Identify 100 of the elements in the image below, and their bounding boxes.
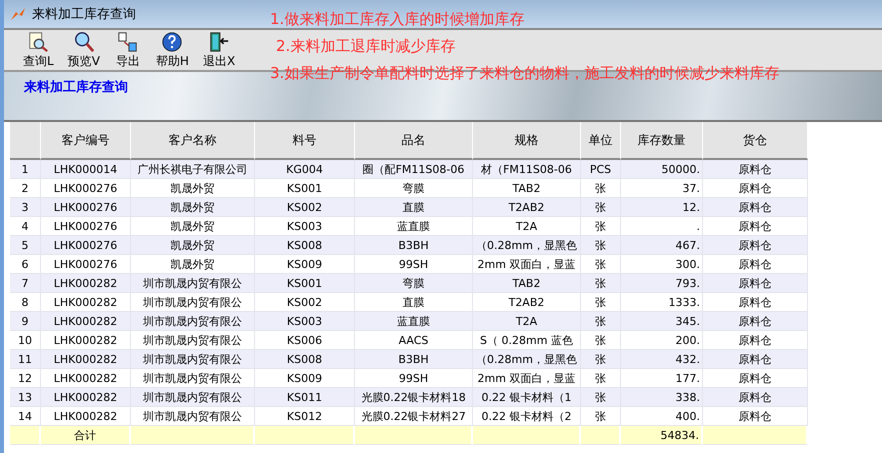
table-cell: 200. bbox=[621, 331, 703, 350]
table-cell: 345. bbox=[621, 312, 703, 331]
table-cell: 光膜0.22银卡材料18 bbox=[355, 388, 473, 407]
row-number: 11 bbox=[10, 350, 41, 369]
column-header: 品名 bbox=[355, 122, 473, 160]
table-cell: LHK000282 bbox=[41, 331, 131, 350]
row-number: 7 bbox=[10, 274, 41, 293]
table-cell: 蓝直膜 bbox=[355, 312, 473, 331]
table-cell: B3BH bbox=[355, 350, 473, 369]
table-cell: 99SH bbox=[355, 369, 473, 388]
table-cell: T2AB2 bbox=[473, 293, 581, 312]
table-cell: 原料仓 bbox=[703, 217, 808, 236]
table-cell: 50000. bbox=[621, 160, 703, 179]
corner-header-cell bbox=[10, 122, 41, 160]
table-cell: KS008 bbox=[255, 350, 355, 369]
table-cell: 直膜 bbox=[355, 198, 473, 217]
table-cell: LHK000282 bbox=[41, 293, 131, 312]
total-row-cell bbox=[10, 426, 41, 445]
column-header: 客户名称 bbox=[131, 122, 255, 160]
table-cell: 2mm 双面白，显蓝 bbox=[473, 255, 581, 274]
table-cell: 793. bbox=[621, 274, 703, 293]
table-cell: KS002 bbox=[255, 293, 355, 312]
table-cell: 材（FM11S08-06 bbox=[473, 160, 581, 179]
table-cell: KS011 bbox=[255, 388, 355, 407]
table-cell: LHK000276 bbox=[41, 255, 131, 274]
table-cell: KG004 bbox=[255, 160, 355, 179]
table-cell: T2AB2 bbox=[473, 198, 581, 217]
table-cell: LHK000276 bbox=[41, 236, 131, 255]
row-number: 1 bbox=[10, 160, 41, 179]
table-cell: KS012 bbox=[255, 407, 355, 426]
column-header: 客户编号 bbox=[41, 122, 131, 160]
table-cell: 凯晟外贸 bbox=[131, 236, 255, 255]
table-cell: 177. bbox=[621, 369, 703, 388]
table-cell: 张 bbox=[581, 179, 621, 198]
door-exit-icon bbox=[208, 30, 230, 52]
table-cell: TAB2 bbox=[473, 179, 581, 198]
table-cell: AACS bbox=[355, 331, 473, 350]
table-cell: 直膜 bbox=[355, 293, 473, 312]
toolbar-button[interactable]: 帮助H bbox=[150, 30, 194, 70]
table-cell: 原料仓 bbox=[703, 160, 808, 179]
total-value: 54834. bbox=[621, 426, 703, 445]
toolbar-button[interactable]: 预览V bbox=[62, 30, 105, 70]
table-cell: 原料仓 bbox=[703, 388, 808, 407]
table-cell: B3BH bbox=[355, 236, 473, 255]
table-cell: 原料仓 bbox=[703, 407, 808, 426]
table-cell: KS002 bbox=[255, 198, 355, 217]
total-row-cell bbox=[581, 426, 621, 445]
table-cell: KS001 bbox=[255, 179, 355, 198]
table-cell: 凯晟外贸 bbox=[131, 198, 255, 217]
table-cell: 张 bbox=[581, 388, 621, 407]
table-cell: 原料仓 bbox=[703, 293, 808, 312]
table-cell: LHK000282 bbox=[41, 407, 131, 426]
window-title: 来料加工库存查询 bbox=[32, 6, 136, 23]
toolbar-button[interactable]: 退出X bbox=[198, 30, 240, 70]
column-header: 单位 bbox=[581, 122, 621, 160]
table-cell: 原料仓 bbox=[703, 198, 808, 217]
table-cell: 广州长祺电子有限公司 bbox=[131, 160, 255, 179]
table-cell: LHK000276 bbox=[41, 217, 131, 236]
table-cell: LHK000276 bbox=[41, 198, 131, 217]
table-cell: LHK000282 bbox=[41, 350, 131, 369]
row-number: 9 bbox=[10, 312, 41, 331]
table-cell: 圳市凯晟内贸有限公 bbox=[131, 350, 255, 369]
table-cell: KS008 bbox=[255, 236, 355, 255]
table-cell: KS003 bbox=[255, 312, 355, 331]
table-cell: 原料仓 bbox=[703, 331, 808, 350]
app-logo-icon bbox=[10, 6, 26, 22]
annotation-text: 3.如果生产制令单配料时选择了来料仓的物料，施工发料的时候减少来料库存 bbox=[270, 64, 780, 83]
table-cell: 原料仓 bbox=[703, 236, 808, 255]
table-cell: （0.28mm，显黑色 bbox=[473, 350, 581, 369]
toolbar-button[interactable]: 导出 bbox=[108, 30, 147, 70]
table-cell: 圳市凯晟内贸有限公 bbox=[131, 274, 255, 293]
row-number: 14 bbox=[10, 407, 41, 426]
row-number: 2 bbox=[10, 179, 41, 198]
annotation-text: 2.来料加工退库时减少库存 bbox=[276, 37, 456, 56]
row-number: 12 bbox=[10, 369, 41, 388]
table-cell: KS001 bbox=[255, 274, 355, 293]
annotation-text: 1.做来料加工库存入库的时候增加库存 bbox=[270, 10, 526, 29]
table-cell: T2A bbox=[473, 312, 581, 331]
row-number: 13 bbox=[10, 388, 41, 407]
table-cell: 原料仓 bbox=[703, 274, 808, 293]
table-cell: 凯晟外贸 bbox=[131, 217, 255, 236]
table-cell: . bbox=[621, 217, 703, 236]
table-cell: 1333. bbox=[621, 293, 703, 312]
table-cell: 300. bbox=[621, 255, 703, 274]
table-cell: （0.28mm，显黑色 bbox=[473, 236, 581, 255]
table-cell: KS009 bbox=[255, 369, 355, 388]
table-cell: 张 bbox=[581, 312, 621, 331]
table-cell: 338. bbox=[621, 388, 703, 407]
table-cell: 圈（配FM11S08-06 bbox=[355, 160, 473, 179]
table-cell: 原料仓 bbox=[703, 350, 808, 369]
row-number: 10 bbox=[10, 331, 41, 350]
column-header: 规格 bbox=[473, 122, 581, 160]
table-cell: 400. bbox=[621, 407, 703, 426]
table-cell: LHK000282 bbox=[41, 312, 131, 331]
table-cell: 弯膜 bbox=[355, 274, 473, 293]
table-cell: 凯晟外贸 bbox=[131, 255, 255, 274]
toolbar-button[interactable]: 查询L bbox=[18, 30, 59, 70]
row-number: 5 bbox=[10, 236, 41, 255]
table-cell: TAB2 bbox=[473, 274, 581, 293]
table-cell: 张 bbox=[581, 407, 621, 426]
